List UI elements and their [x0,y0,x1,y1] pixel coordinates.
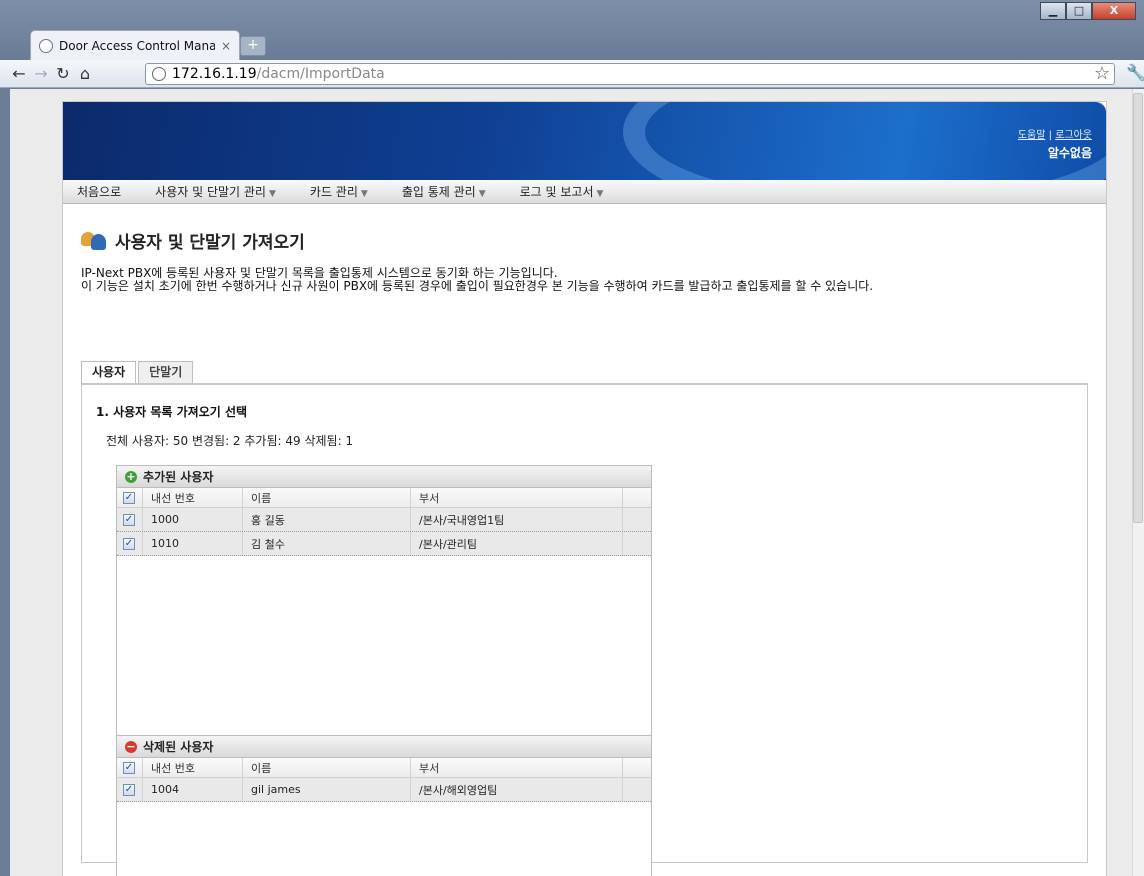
forward-arrow-icon[interactable]: → [30,64,52,83]
chevron-down-icon: ▼ [268,189,276,199]
new-tab-button[interactable]: + [240,36,266,56]
address-bar[interactable]: 172.16.1.19/dacm/ImportData [145,63,1115,85]
remove-circle-icon: − [125,739,137,753]
page-description: IP-Next PBX에 등록된 사용자 및 단말기 목록을 출입통제 시스템으… [81,267,1088,293]
table-row[interactable]: ✓ 1000 홍 길동 /본사/국내영업1팀 [117,508,651,532]
col-ext-header[interactable]: 내선 번호 [143,488,243,507]
col-dept-header[interactable]: 부서 [411,758,623,777]
ext-cell: 1010 [143,532,243,555]
added-users-grid: + 추가된 사용자 ✓ 내선 번호 이름 부서 ✓ 1000 홍 길동 /본사/… [116,465,652,739]
row-check-cell: ✓ [117,532,143,555]
back-arrow-icon[interactable]: ← [8,64,30,83]
table-row[interactable]: ✓ 1010 김 철수 /본사/관리팀 [117,532,651,556]
url-path: /dacm/ImportData [256,66,385,82]
row-checkbox[interactable]: ✓ [123,783,135,796]
row-checkbox[interactable]: ✓ [123,537,135,550]
close-window-button[interactable]: X [1092,2,1136,20]
deleted-users-title: 삭제된 사용자 [143,740,214,754]
scrollbar-thumb[interactable] [1133,93,1143,523]
current-user-name: 알수없음 [1047,146,1092,160]
browser-window: Door Access Control Mana × + ▁ □ X ← → ↻… [0,0,1144,876]
column-header-row: ✓ 내선 번호 이름 부서 [117,758,651,778]
col-name-header[interactable]: 이름 [243,488,411,507]
maximize-button[interactable]: □ [1066,2,1092,20]
row-check-cell: ✓ [117,508,143,531]
minimize-button[interactable]: ▁ [1040,2,1066,20]
link-separator: | [1048,130,1052,141]
title-bar: Door Access Control Mana × + ▁ □ X [0,0,1144,60]
page-info-icon[interactable] [152,67,166,81]
menu-cards[interactable]: 카드 관리 ▼ [310,183,368,200]
dept-cell: /본사/해외영업팀 [411,778,623,801]
row-check-cell: ✓ [117,778,143,801]
chevron-down-icon: ▼ [360,189,368,199]
close-tab-icon[interactable]: × [221,39,231,53]
description-line-2: 이 기능은 설치 초기에 한번 수행하거나 신규 사원이 PBX에 등록된 경우… [81,279,874,293]
name-cell: gil james [243,778,411,801]
section-title: 1. 사용자 목록 가져오기 선택 [96,405,248,419]
chevron-down-icon: ▼ [596,189,604,199]
dept-cell: /본사/관리팀 [411,532,623,555]
select-all-checkbox[interactable]: ✓ [123,761,135,774]
logout-link[interactable]: 로그아웃 [1055,130,1092,141]
users-icon [81,230,107,252]
name-cell: 김 철수 [243,532,411,555]
select-all-cell: ✓ [117,758,143,777]
ext-cell: 1004 [143,778,243,801]
grid-header: − 삭제된 사용자 [117,736,651,758]
tab-title: Door Access Control Mana [59,38,215,53]
page-viewport: 도움말 | 로그아웃 알수없음 처음으로 사용자 및 단말기 관리 ▼ 카드 관리… [10,89,1144,876]
user-stats: 전체 사용자: 50 변경됨: 2 추가됨: 49 삭제됨: 1 [106,434,354,448]
select-all-checkbox[interactable]: ✓ [123,491,135,504]
tab-users[interactable]: 사용자 [81,361,137,383]
url-host: 172.16.1.19 [172,66,257,82]
import-tabs: 사용자 단말기 [81,361,1088,383]
help-link[interactable]: 도움말 [1018,130,1046,141]
col-ext-header[interactable]: 내선 번호 [143,758,243,777]
grid-header: + 추가된 사용자 [117,466,651,488]
menu-logs-reports[interactable]: 로그 및 보고서 ▼ [520,183,604,200]
table-row[interactable]: ✓ 1004 gil james /본사/해외영업팀 [117,778,651,802]
header-banner: 도움말 | 로그아웃 알수없음 [63,102,1106,180]
name-cell: 홍 길동 [243,508,411,531]
menu-users-devices-label: 사용자 및 단말기 관리 [155,185,266,199]
menu-home[interactable]: 처음으로 [77,183,121,200]
reload-icon[interactable]: ↻ [52,64,74,83]
globe-icon [39,38,53,53]
menu-users-devices[interactable]: 사용자 및 단말기 관리 ▼ [155,183,276,200]
browser-tab[interactable]: Door Access Control Mana × [30,30,240,60]
dept-cell: /본사/국내영업1팀 [411,508,623,531]
row-checkbox[interactable]: ✓ [123,513,135,526]
menu-home-label: 처음으로 [77,185,122,199]
deleted-users-grid: − 삭제된 사용자 ✓ 내선 번호 이름 부서 ✓ 1004 gil james… [116,735,652,876]
page-title: 사용자 및 단말기 가져오기 [115,233,305,253]
vertical-scrollbar[interactable] [1132,89,1144,876]
app-page: 도움말 | 로그아웃 알수없음 처음으로 사용자 및 단말기 관리 ▼ 카드 관리… [62,101,1107,876]
menu-access-control[interactable]: 출입 통제 관리 ▼ [402,183,486,200]
add-circle-icon: + [125,469,137,483]
header-links: 도움말 | 로그아웃 [1018,126,1092,141]
menu-logs-reports-label: 로그 및 보고서 [519,185,594,199]
page-heading: 사용자 및 단말기 가져오기 [81,228,1088,253]
banner-decoration [623,102,1106,180]
menu-cards-label: 카드 관리 [309,185,358,199]
added-users-title: 추가된 사용자 [143,470,214,484]
column-header-row: ✓ 내선 번호 이름 부서 [117,488,651,508]
col-name-header[interactable]: 이름 [243,758,411,777]
window-controls: ▁ □ X [1040,2,1136,20]
home-icon[interactable]: ⌂ [74,64,96,83]
chevron-down-icon: ▼ [478,189,486,199]
menu-access-control-label: 출입 통제 관리 [401,185,476,199]
select-all-cell: ✓ [117,488,143,507]
main-menu: 처음으로 사용자 및 단말기 관리 ▼ 카드 관리 ▼ 출입 통제 관리 ▼ 로그 및… [63,180,1106,204]
ext-cell: 1000 [143,508,243,531]
col-dept-header[interactable]: 부서 [411,488,623,507]
tab-devices[interactable]: 단말기 [138,361,194,383]
bookmark-star-icon[interactable]: ☆ [1094,63,1110,84]
wrench-menu-icon[interactable]: 🔧 [1126,63,1144,82]
